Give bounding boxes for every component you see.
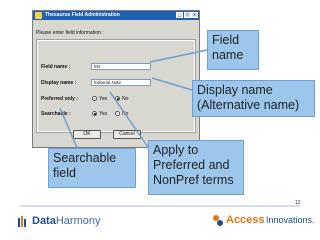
dialog-title: Thesaurus Field Administration xyxy=(45,12,120,18)
preferred-no-radio[interactable] xyxy=(115,96,120,101)
searchable-label: Searchable : xyxy=(41,111,71,117)
cancel-button[interactable]: Cancel xyxy=(113,130,141,139)
access-innovations-mark-icon xyxy=(213,215,223,226)
app-icon xyxy=(35,12,42,19)
ok-button[interactable]: OK xyxy=(73,130,101,139)
preferred-only-label: Preferred only : xyxy=(41,96,78,102)
data-harmony-mark-icon xyxy=(18,216,26,227)
callout-searchable: Searchable field xyxy=(48,148,136,188)
searchable-no-label: No xyxy=(122,111,129,117)
maximize-icon[interactable]: □ xyxy=(184,12,191,18)
innovations-wordmark: Innovations. xyxy=(266,215,315,225)
instruction-text: Please enter field information : xyxy=(36,30,104,36)
close-icon[interactable]: x xyxy=(191,12,198,18)
minimize-icon[interactable]: _ xyxy=(176,12,183,18)
field-info-group xyxy=(36,39,196,133)
searchable-no-radio[interactable] xyxy=(115,111,120,116)
access-innovations-logo: Access Innovations. xyxy=(212,212,315,234)
preferred-yes-label: Yes xyxy=(99,96,108,102)
display-name-input[interactable]: Editorial Note xyxy=(91,79,151,86)
data-harmony-wordmark: DataHarmony xyxy=(32,215,101,227)
preferred-yes-radio[interactable] xyxy=(92,96,97,101)
callout-field-name: Field name xyxy=(207,30,259,70)
page-number: 12 xyxy=(295,200,301,206)
field-name-input[interactable]: EN xyxy=(91,63,151,70)
callout-apply-to: Apply to Preferred and NonPref terms xyxy=(148,140,244,195)
display-name-label: Display name : xyxy=(41,80,77,86)
footer-divider xyxy=(20,205,300,207)
field-admin-dialog: Thesaurus Field Administration _ □ x Ple… xyxy=(32,10,200,148)
searchable-yes-label: Yes xyxy=(99,111,108,117)
searchable-yes-radio[interactable] xyxy=(92,111,97,116)
access-wordmark: Access xyxy=(226,214,265,226)
data-harmony-logo: DataHarmony xyxy=(18,212,108,234)
preferred-no-label: No xyxy=(122,96,129,102)
callout-display-name: Display name (Alternative name) xyxy=(192,80,315,117)
field-name-label: Field name : xyxy=(41,64,71,70)
dialog-titlebar[interactable]: Thesaurus Field Administration _ □ x xyxy=(33,11,199,20)
